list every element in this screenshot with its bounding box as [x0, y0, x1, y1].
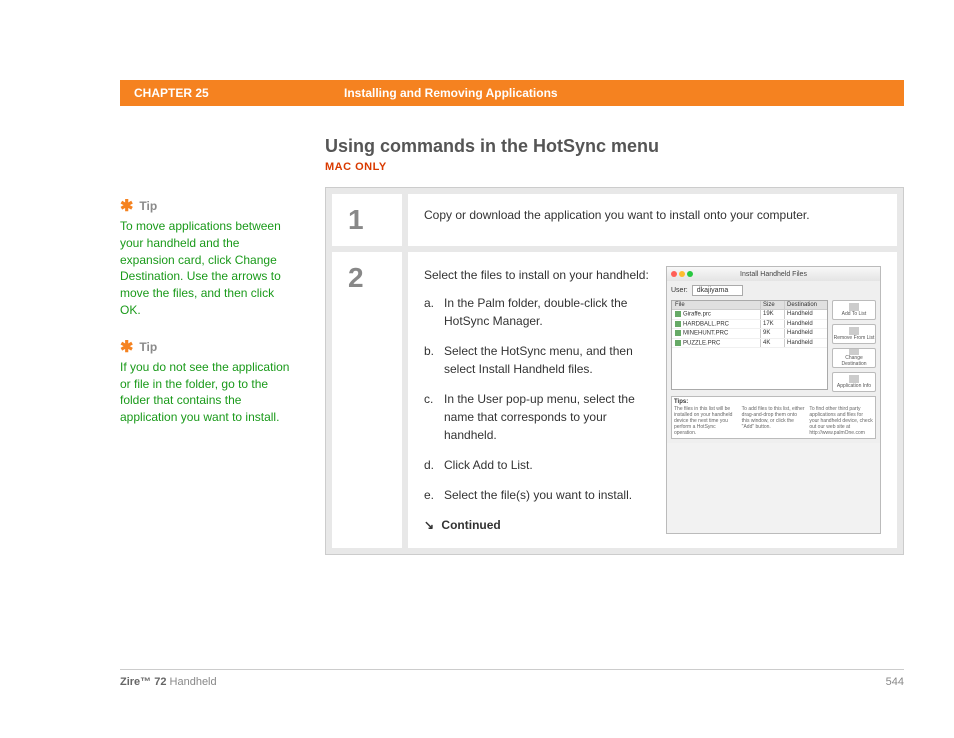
- add-icon: [849, 303, 859, 311]
- page-number: 544: [886, 676, 904, 688]
- sidebar-tips: ✱ Tip To move applications between your …: [120, 136, 295, 555]
- continued-label: ↘ Continued: [424, 516, 654, 534]
- step-row: 1 Copy or download the application you w…: [332, 194, 897, 246]
- substep: a.In the Palm folder, double-click the H…: [424, 294, 654, 330]
- file-icon: [675, 311, 681, 317]
- tip-label: Tip: [139, 340, 157, 354]
- add-to-list-button[interactable]: Add To List: [832, 300, 876, 320]
- tips-col: To find other third party applications a…: [809, 406, 873, 436]
- file-list[interactable]: File Size Destination Giraffe.prc19KHand…: [671, 300, 828, 390]
- file-icon: [675, 321, 681, 327]
- tip-block: ✱ Tip To move applications between your …: [120, 196, 295, 319]
- remove-icon: [849, 327, 859, 335]
- chapter-title: Installing and Removing Applications: [344, 86, 890, 100]
- substep: b.Select the HotSync menu, and then sele…: [424, 342, 654, 378]
- file-icon: [675, 330, 681, 336]
- user-label: User:: [671, 287, 688, 294]
- section-title: Using commands in the HotSync menu: [325, 136, 904, 157]
- tip-body: If you do not see the application or fil…: [120, 359, 295, 426]
- change-destination-button[interactable]: Change Destination: [832, 348, 876, 368]
- section-subtitle: MAC ONLY: [325, 161, 904, 173]
- chapter-header: CHAPTER 25 Installing and Removing Appli…: [120, 80, 904, 106]
- substep: d.Click Add to List.: [424, 456, 654, 474]
- dialog-title: Install Handheld Files: [667, 271, 880, 278]
- tip-label: Tip: [139, 199, 157, 213]
- info-icon: [849, 375, 859, 383]
- substep: c.In the User pop-up menu, select the na…: [424, 390, 654, 444]
- step-number: 1: [332, 194, 402, 246]
- product-name: Zire™ 72 Handheld: [120, 676, 217, 688]
- list-item[interactable]: HARDBALL.PRC17KHandheld: [672, 320, 827, 330]
- chapter-label: CHAPTER 25: [134, 86, 344, 100]
- tips-col: The files in this list will be installed…: [674, 406, 738, 436]
- substep: e.Select the file(s) you want to install…: [424, 486, 654, 504]
- asterisk-icon: ✱: [120, 337, 133, 357]
- col-dest: Destination: [785, 301, 827, 309]
- dialog-tips-box: Tips: The files in this list will be ins…: [671, 396, 876, 439]
- application-info-button[interactable]: Application Info: [832, 372, 876, 392]
- remove-from-list-button[interactable]: Remove From List: [832, 324, 876, 344]
- list-item[interactable]: MINEHUNT.PRC9KHandheld: [672, 329, 827, 339]
- dialog-tips-label: Tips:: [674, 399, 873, 405]
- list-item[interactable]: PUZZLE.PRC4KHandheld: [672, 339, 827, 349]
- user-select[interactable]: dkajiyama: [692, 285, 744, 296]
- file-icon: [675, 340, 681, 346]
- step-number: 2: [332, 252, 402, 548]
- steps-container: 1 Copy or download the application you w…: [325, 187, 904, 555]
- tips-col: To add files to this list, either drag-a…: [742, 406, 806, 436]
- tip-body: To move applications between your handhe…: [120, 218, 295, 319]
- col-size: Size: [761, 301, 785, 309]
- asterisk-icon: ✱: [120, 196, 133, 216]
- install-dialog-screenshot: Install Handheld Files User: dkajiyama: [666, 266, 881, 534]
- list-item[interactable]: Giraffe.prc19KHandheld: [672, 310, 827, 320]
- step-text: Copy or download the application you wan…: [424, 208, 881, 222]
- page-footer: Zire™ 72 Handheld 544: [120, 669, 904, 688]
- col-file: File: [672, 301, 761, 309]
- step-row: 2 Select the files to install on your ha…: [332, 252, 897, 548]
- tip-block: ✱ Tip If you do not see the application …: [120, 337, 295, 426]
- step-text: Select the files to install on your hand…: [424, 266, 654, 284]
- arrow-down-right-icon: ↘: [424, 516, 434, 534]
